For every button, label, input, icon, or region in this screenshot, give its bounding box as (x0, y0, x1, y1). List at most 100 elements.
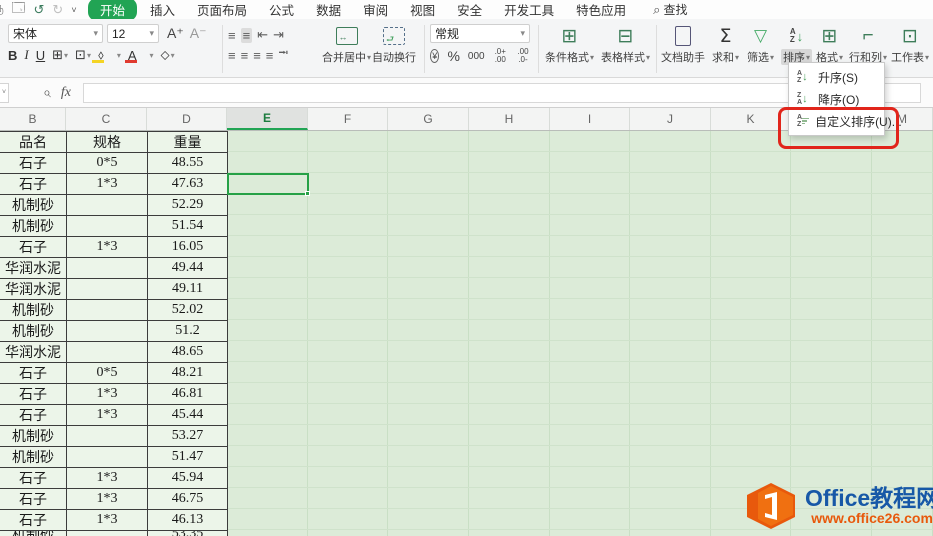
column-header-D[interactable]: D (147, 108, 227, 130)
selected-cell[interactable] (227, 173, 309, 195)
align-right-icon[interactable]: ≡ (253, 48, 261, 63)
undo-icon[interactable]: ↺ (34, 2, 45, 18)
conditional-format-button[interactable]: ⊞ 条件格式▾ (545, 23, 594, 73)
cell[interactable]: 华润水泥 (0, 258, 67, 278)
font-increase-icon[interactable]: A⁺ (167, 25, 184, 42)
cell[interactable]: 51.2 (148, 321, 228, 341)
cell[interactable] (67, 195, 148, 215)
menu-item-升序(S)[interactable]: AZ↓升序(S) (789, 66, 884, 88)
tab-开始[interactable]: 开始 (88, 0, 137, 21)
merge-center-button[interactable]: ↔ 合并居中▾ (322, 23, 371, 73)
fill-color-button[interactable]: ⬨▾ (98, 47, 121, 63)
cell[interactable]: 46.75 (148, 489, 228, 509)
cell[interactable]: 机制砂 (0, 447, 67, 467)
cell[interactable]: 48.65 (148, 342, 228, 362)
find-button[interactable]: ⌕ 查找 (653, 1, 687, 18)
header-cell[interactable]: 品名 (0, 132, 67, 152)
number-format-select[interactable]: 常规▾ (430, 24, 530, 43)
tab-特色应用[interactable]: 特色应用 (567, 0, 635, 21)
cell[interactable]: 石子 (0, 405, 67, 425)
cell[interactable]: 石子 (0, 510, 67, 530)
cell[interactable]: 16.05 (148, 237, 228, 257)
font-decrease-icon[interactable]: A⁻ (190, 25, 207, 42)
fx-icon[interactable]: fx (61, 85, 71, 101)
cell[interactable] (67, 531, 148, 536)
cell[interactable]: 1*3 (67, 468, 148, 488)
cell[interactable]: 石子 (0, 489, 67, 509)
font-size-select[interactable]: 12▾ (107, 24, 159, 43)
cell[interactable]: 53.27 (148, 426, 228, 446)
sheet-area[interactable]: 品名规格重量石子0*548.55石子1*347.63机制砂52.29机制砂51.… (0, 131, 933, 536)
doc-assistant-button[interactable]: 文档助手 (661, 23, 705, 73)
header-cell[interactable]: 规格 (67, 132, 148, 152)
cell[interactable] (67, 279, 148, 299)
cell[interactable] (67, 216, 148, 236)
customize-toolbar-chevron-icon[interactable]: ˅ (71, 5, 76, 15)
align-center-icon[interactable]: ≡ (241, 48, 249, 63)
cell[interactable]: 46.81 (148, 384, 228, 404)
cell[interactable]: 机制砂 (0, 216, 67, 236)
cell[interactable]: 机制砂 (0, 195, 67, 215)
column-header-J[interactable]: J (630, 108, 711, 130)
cell[interactable]: 石子 (0, 174, 67, 194)
cell[interactable]: 机制砂 (0, 426, 67, 446)
cell[interactable]: 华润水泥 (0, 342, 67, 362)
align-left-icon[interactable]: ≡ (228, 48, 236, 63)
italic-button[interactable]: I (24, 47, 28, 63)
font-name-select[interactable]: 宋体▾ (8, 24, 103, 43)
name-box[interactable]: ˅ (0, 83, 9, 103)
underline-button[interactable]: U (36, 48, 45, 63)
cell[interactable]: 49.44 (148, 258, 228, 278)
wrap-text-button[interactable]: ⮐ 自动换行 (372, 23, 416, 73)
column-header-H[interactable]: H (469, 108, 550, 130)
cell[interactable]: 1*3 (67, 384, 148, 404)
percent-icon[interactable]: % (447, 48, 459, 64)
cell[interactable]: 1*3 (67, 510, 148, 530)
cell[interactable]: 48.21 (148, 363, 228, 383)
table-style-button[interactable]: ⊟ 表格样式▾ (601, 23, 650, 73)
cell[interactable] (67, 342, 148, 362)
column-header-E[interactable]: E (227, 108, 308, 130)
cell[interactable]: 1*3 (67, 489, 148, 509)
cell[interactable]: 华润水泥 (0, 279, 67, 299)
cell[interactable]: 45.44 (148, 405, 228, 425)
cell[interactable] (67, 258, 148, 278)
column-header-C[interactable]: C (66, 108, 147, 130)
column-header-B[interactable]: B (0, 108, 66, 130)
cell[interactable] (67, 447, 148, 467)
zoom-icon[interactable]: ⌕ (43, 84, 51, 101)
print-preview-icon[interactable]: 🗔 (11, 0, 25, 21)
tab-插入[interactable]: 插入 (141, 0, 184, 21)
cell[interactable] (67, 426, 148, 446)
save-icon[interactable]: ⎙ (0, 2, 3, 18)
tab-开发工具[interactable]: 开发工具 (495, 0, 563, 21)
font-color-button[interactable]: A▾ (128, 48, 154, 63)
fill-handle[interactable] (305, 191, 310, 196)
cell[interactable]: 机制砂 (0, 300, 67, 320)
increase-decimal-icon[interactable]: .0+ .00 (493, 48, 508, 64)
tab-审阅[interactable]: 审阅 (354, 0, 397, 21)
cell[interactable]: 51.54 (148, 216, 228, 236)
redo-icon[interactable]: ↻ (52, 2, 63, 18)
cell[interactable]: 48.55 (148, 153, 228, 173)
borders-button[interactable]: ⊞▾ (52, 47, 68, 63)
cell[interactable]: 49.11 (148, 279, 228, 299)
cell[interactable]: 1*3 (67, 237, 148, 257)
cell[interactable]: 机制砂 (0, 531, 67, 536)
tab-安全[interactable]: 安全 (448, 0, 491, 21)
header-cell[interactable]: 重量 (148, 132, 228, 152)
cell[interactable] (67, 321, 148, 341)
distribute-icon[interactable]: ⭲ (278, 44, 288, 66)
cell[interactable]: 51.47 (148, 447, 228, 467)
cell[interactable]: 0*5 (67, 153, 148, 173)
cell[interactable]: 0*5 (67, 363, 148, 383)
thousands-icon[interactable]: 000 (468, 51, 485, 62)
cell[interactable]: 52.29 (148, 195, 228, 215)
increase-indent-icon[interactable]: ⇥ (273, 27, 284, 43)
shading-button[interactable]: ⊡▾ (75, 47, 91, 63)
sum-button[interactable]: Σ 求和▾ (712, 23, 739, 73)
cell[interactable]: 1*3 (67, 174, 148, 194)
decrease-indent-icon[interactable]: ⇤ (257, 27, 268, 43)
cell[interactable]: 石子 (0, 237, 67, 257)
cell[interactable]: 机制砂 (0, 321, 67, 341)
